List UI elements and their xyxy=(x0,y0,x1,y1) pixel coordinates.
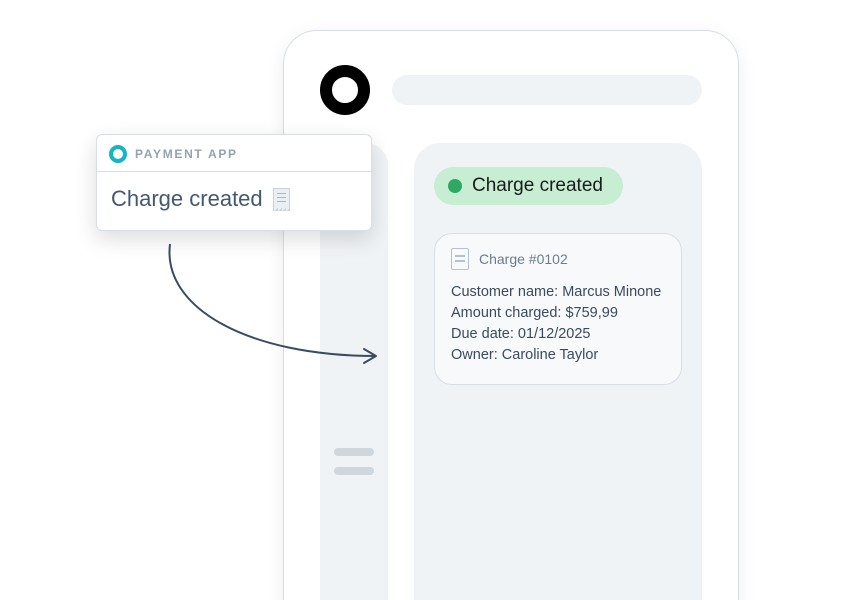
app-window: Charge created Charge #0102 Customer nam… xyxy=(283,30,739,600)
app-logo-icon xyxy=(320,65,370,115)
field-owner: Owner: Caroline Taylor xyxy=(451,345,665,366)
sidebar-item-placeholder xyxy=(334,448,374,456)
field-value: Marcus Minone xyxy=(562,284,661,300)
field-label: Due date: xyxy=(451,326,514,342)
field-customer-name: Customer name: Marcus Minone xyxy=(451,282,665,303)
notification-body: Charge created xyxy=(97,172,371,230)
notification-toast[interactable]: PAYMENT APP Charge created xyxy=(96,134,372,231)
notification-header: PAYMENT APP xyxy=(97,135,371,172)
receipt-icon xyxy=(273,188,290,211)
status-label: Charge created xyxy=(472,175,603,197)
field-due-date: Due date: 01/12/2025 xyxy=(451,324,665,345)
field-label: Amount charged: xyxy=(451,305,561,321)
field-amount-charged: Amount charged: $759,99 xyxy=(451,303,665,324)
sidebar-item-placeholder xyxy=(334,467,374,475)
app-body: Charge created Charge #0102 Customer nam… xyxy=(320,143,702,600)
charge-card-title: Charge #0102 xyxy=(479,249,568,269)
field-value: Caroline Taylor xyxy=(502,347,598,363)
main-panel: Charge created Charge #0102 Customer nam… xyxy=(414,143,702,600)
notification-title: Charge created xyxy=(111,186,263,212)
field-value: $759,99 xyxy=(565,305,617,321)
app-header xyxy=(320,65,702,115)
header-search-placeholder xyxy=(392,75,702,105)
status-dot-icon xyxy=(448,179,462,193)
notification-app-name: PAYMENT APP xyxy=(135,147,238,161)
field-label: Owner: xyxy=(451,347,498,363)
field-value: 01/12/2025 xyxy=(518,326,591,342)
illustration-stage: Charge created Charge #0102 Customer nam… xyxy=(0,0,857,600)
document-icon xyxy=(451,248,469,270)
field-label: Customer name: xyxy=(451,284,558,300)
charge-card-header: Charge #0102 xyxy=(451,248,665,270)
charge-card: Charge #0102 Customer name: Marcus Minon… xyxy=(434,233,682,385)
notification-app-icon xyxy=(109,145,127,163)
status-pill: Charge created xyxy=(434,167,623,205)
